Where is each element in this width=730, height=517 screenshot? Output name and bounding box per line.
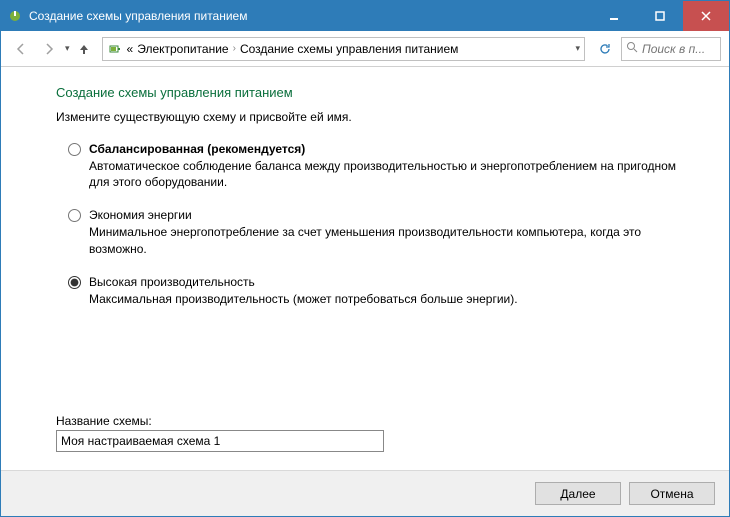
recent-dropdown-icon[interactable]: ▾	[65, 43, 70, 54]
option-highperf[interactable]: Высокая производительность Максимальная …	[56, 275, 689, 307]
chevron-right-icon[interactable]: ›	[233, 43, 236, 54]
option-desc: Автоматическое соблюдение баланса между …	[89, 158, 689, 190]
radio-powersaver[interactable]	[68, 209, 81, 222]
navigation-bar: ▾ « Электропитание › Создание схемы упра…	[1, 31, 729, 67]
battery-icon	[107, 41, 123, 57]
plan-name-input[interactable]	[56, 430, 384, 452]
option-title: Высокая производительность	[89, 275, 689, 289]
breadcrumb-current[interactable]: Создание схемы управления питанием	[240, 42, 458, 56]
titlebar[interactable]: Создание схемы управления питанием	[1, 1, 729, 31]
app-icon	[7, 8, 23, 24]
window-controls	[591, 1, 729, 31]
option-title: Экономия энергии	[89, 208, 689, 222]
back-button[interactable]	[9, 37, 33, 61]
content-area: Создание схемы управления питанием Измен…	[1, 67, 729, 470]
window-title: Создание схемы управления питанием	[29, 9, 591, 23]
forward-button[interactable]	[37, 37, 61, 61]
option-desc: Минимальное энергопотребление за счет ум…	[89, 224, 689, 256]
radio-highperf[interactable]	[68, 276, 81, 289]
minimize-button[interactable]	[591, 1, 637, 31]
option-title: Сбалансированная (рекомендуется)	[89, 142, 689, 156]
breadcrumb-prefix: «	[127, 42, 134, 56]
cancel-button[interactable]: Отмена	[629, 482, 715, 505]
search-input[interactable]	[642, 42, 716, 56]
options-area: Сбалансированная (рекомендуется) Автомат…	[56, 142, 689, 408]
breadcrumb-root[interactable]: Электропитание	[137, 42, 228, 56]
address-bar[interactable]: « Электропитание › Создание схемы управл…	[102, 37, 585, 61]
plan-name-label: Название схемы:	[56, 414, 689, 428]
search-box[interactable]	[621, 37, 721, 61]
next-button[interactable]: Далее	[535, 482, 621, 505]
instruction-text: Измените существующую схему и присвойте …	[56, 110, 689, 124]
footer-bar: Далее Отмена	[1, 470, 729, 516]
up-button[interactable]	[74, 39, 94, 59]
plan-name-section: Название схемы:	[56, 414, 689, 452]
address-dropdown-icon[interactable]: ▾	[575, 43, 580, 54]
search-icon	[626, 41, 638, 56]
maximize-button[interactable]	[637, 1, 683, 31]
radio-balanced[interactable]	[68, 143, 81, 156]
page-heading: Создание схемы управления питанием	[56, 85, 689, 100]
option-desc: Максимальная производительность (может п…	[89, 291, 689, 307]
close-button[interactable]	[683, 1, 729, 31]
refresh-button[interactable]	[593, 37, 617, 61]
option-balanced[interactable]: Сбалансированная (рекомендуется) Автомат…	[56, 142, 689, 190]
window-frame: Создание схемы управления питанием ▾	[0, 0, 730, 517]
option-powersaver[interactable]: Экономия энергии Минимальное энергопотре…	[56, 208, 689, 256]
